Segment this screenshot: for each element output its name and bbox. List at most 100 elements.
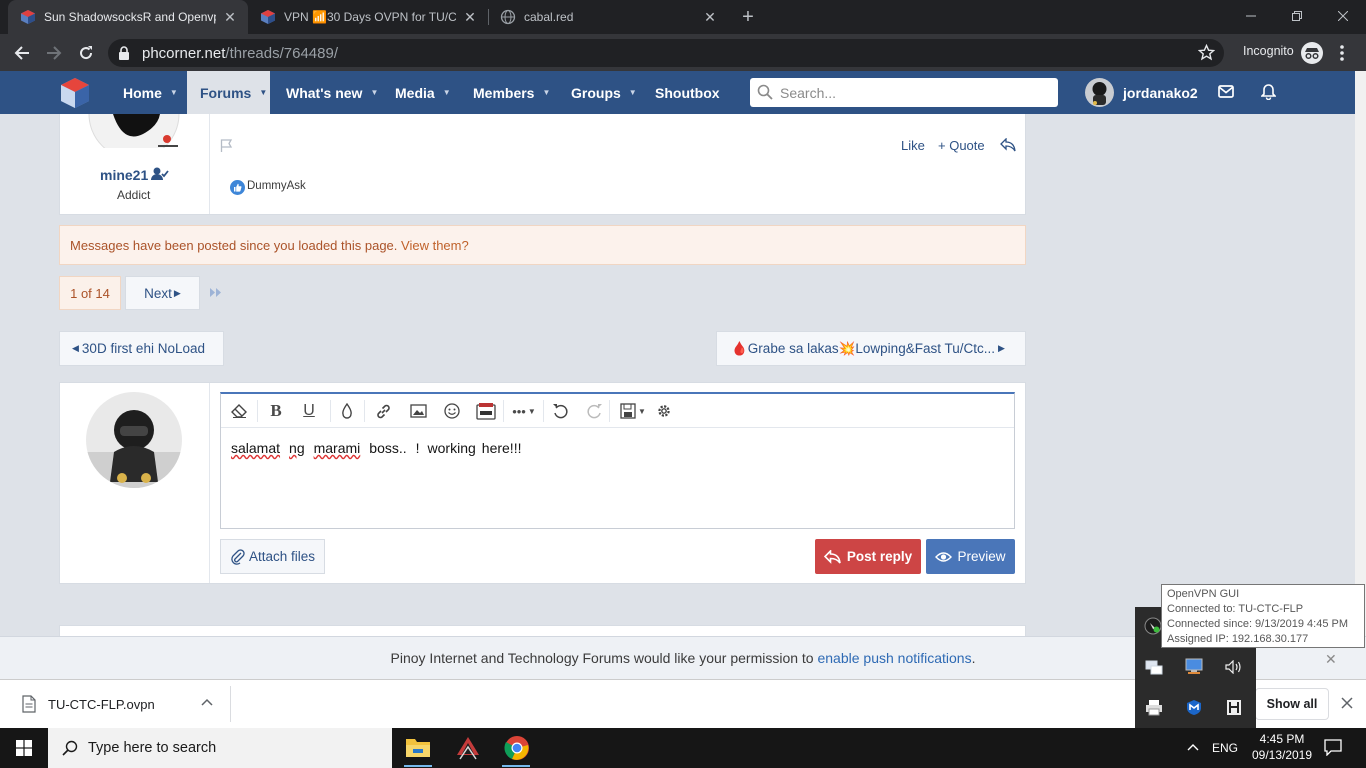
back-arrow-icon[interactable] bbox=[9, 40, 35, 66]
reaction-user[interactable]: DummyAsk bbox=[247, 180, 306, 192]
push-notice-text: Pinoy Internet and Technology Forums wou… bbox=[390, 650, 818, 666]
paperclip-icon bbox=[231, 548, 245, 565]
menu-dots-icon[interactable] bbox=[1340, 45, 1344, 61]
username-link[interactable]: jordanako2 bbox=[1123, 71, 1198, 114]
underline-icon[interactable]: U bbox=[300, 402, 318, 420]
tab-shadowsocks[interactable]: Sun ShadowsocksR and Openvpn ✕ bbox=[8, 0, 248, 34]
next-thread-link[interactable]: 🩸Grabe sa lakas💥Lowping&Fast Tu/Ctc... ▶ bbox=[716, 331, 1026, 366]
taskbar-search[interactable]: Type here to search bbox=[48, 728, 392, 768]
editor-word: salamat bbox=[231, 440, 281, 456]
toolbar-separator bbox=[543, 400, 544, 422]
printer-icon[interactable] bbox=[1145, 699, 1163, 716]
chevron-down-icon[interactable]: ▼ bbox=[542, 88, 550, 97]
language-indicator[interactable]: ENG bbox=[1212, 741, 1238, 755]
gif-media-icon[interactable] bbox=[476, 402, 496, 420]
nav-members[interactable]: Members ▼ bbox=[473, 71, 550, 114]
close-window-icon[interactable] bbox=[1320, 0, 1366, 32]
post-author-name[interactable]: mine21 bbox=[100, 167, 148, 183]
network-icon[interactable] bbox=[1145, 660, 1163, 676]
monitor-icon[interactable] bbox=[1185, 658, 1203, 675]
search-input[interactable]: Search... bbox=[750, 78, 1058, 107]
user-title: Addict bbox=[117, 188, 151, 202]
quote-link[interactable]: + Quote bbox=[938, 138, 985, 153]
close-notice-icon[interactable]: ✕ bbox=[1325, 651, 1337, 668]
report-flag-icon[interactable] bbox=[220, 139, 234, 152]
nav-forums[interactable]: Forums ▼ bbox=[187, 71, 270, 114]
username: jordanako2 bbox=[1123, 84, 1198, 101]
reload-icon[interactable] bbox=[73, 40, 99, 66]
eraser-icon[interactable] bbox=[230, 402, 248, 420]
nav-whats-new[interactable]: What's new ▼ bbox=[286, 71, 378, 114]
chevron-down-icon[interactable]: ▼ bbox=[370, 88, 378, 97]
inbox-icon[interactable] bbox=[1218, 85, 1234, 98]
editor-content[interactable]: salamat ng marami boss.. ! working here!… bbox=[231, 440, 1001, 456]
show-all-button[interactable]: Show all bbox=[1255, 688, 1329, 720]
tab-close-icon[interactable]: ✕ bbox=[702, 9, 718, 25]
app-icon[interactable] bbox=[455, 735, 481, 761]
page-next-button[interactable]: Next ▶ bbox=[125, 276, 200, 310]
nav-shoutbox[interactable]: Shoutbox bbox=[655, 71, 720, 114]
post-reply-label: Post reply bbox=[846, 549, 913, 564]
view-them-link[interactable]: View them? bbox=[401, 238, 469, 253]
nav-media[interactable]: Media ▼ bbox=[395, 71, 451, 114]
chevron-down-icon[interactable]: ▼ bbox=[443, 88, 451, 97]
restore-icon[interactable] bbox=[1274, 0, 1320, 32]
download-item[interactable]: TU-CTC-FLP.ovpn bbox=[0, 686, 230, 722]
preview-button[interactable]: Preview bbox=[926, 539, 1015, 574]
openvpn-icon[interactable] bbox=[1144, 617, 1162, 635]
tab-title: cabal.red bbox=[524, 10, 574, 24]
search-icon bbox=[757, 84, 773, 100]
post-reply-button[interactable]: Post reply bbox=[815, 539, 921, 574]
reply-icon[interactable] bbox=[1000, 138, 1016, 152]
avatar[interactable] bbox=[1085, 78, 1114, 107]
address-bar[interactable]: phcorner.net/threads/764489/ bbox=[108, 39, 1224, 67]
nav-groups[interactable]: Groups ▼ bbox=[571, 71, 637, 114]
close-downloads-icon[interactable] bbox=[1341, 697, 1353, 709]
chevron-up-icon[interactable] bbox=[201, 698, 213, 706]
prev-thread-link[interactable]: ◀ 30D first ehi NoLoad bbox=[59, 331, 224, 366]
chevron-down-icon[interactable]: ▼ bbox=[629, 88, 637, 97]
thumbs-up-icon bbox=[230, 180, 245, 195]
incognito-icon[interactable] bbox=[1300, 41, 1324, 65]
file-explorer-icon[interactable] bbox=[405, 736, 431, 758]
save-draft-icon[interactable]: ▼ bbox=[619, 402, 647, 420]
smiley-icon[interactable] bbox=[443, 402, 461, 420]
lock-icon[interactable] bbox=[118, 46, 130, 60]
page-current[interactable]: 1 of 14 bbox=[59, 276, 121, 310]
image-icon[interactable] bbox=[409, 402, 427, 420]
link-icon[interactable] bbox=[374, 402, 392, 420]
tab-vpn[interactable]: VPN 📶30 Days OVPN for TU/CTC ✕ bbox=[248, 0, 488, 34]
tray-chevron-up-icon[interactable] bbox=[1187, 743, 1199, 751]
new-tab-button[interactable]: + bbox=[736, 5, 760, 29]
like-link[interactable]: Like bbox=[901, 138, 925, 153]
gear-icon[interactable] bbox=[655, 402, 673, 420]
undo-icon[interactable] bbox=[551, 402, 569, 420]
bold-icon[interactable]: B bbox=[267, 401, 285, 420]
enable-push-link[interactable]: enable push notifications bbox=[817, 650, 971, 666]
minimize-icon[interactable] bbox=[1228, 0, 1274, 32]
attach-files-button[interactable]: Attach files bbox=[220, 539, 325, 574]
chrome-icon[interactable] bbox=[504, 735, 530, 761]
action-center-icon[interactable] bbox=[1324, 739, 1342, 756]
tab-cabal[interactable]: cabal.red ✕ bbox=[488, 0, 728, 34]
jump-last-page-icon[interactable] bbox=[209, 287, 223, 298]
notice-text: Messages have been posted since you load… bbox=[70, 237, 398, 253]
start-button[interactable] bbox=[0, 728, 48, 768]
phcorner-logo-icon[interactable] bbox=[60, 77, 90, 109]
bell-icon[interactable] bbox=[1261, 83, 1276, 100]
post-author-avatar[interactable] bbox=[88, 114, 180, 148]
chevron-down-icon[interactable]: ▼ bbox=[259, 88, 267, 97]
tab-close-icon[interactable]: ✕ bbox=[222, 9, 238, 25]
text-color-drop-icon[interactable] bbox=[339, 402, 355, 420]
nav-home[interactable]: Home ▼ bbox=[123, 71, 187, 114]
malwarebytes-icon[interactable] bbox=[1186, 699, 1202, 716]
more-options-icon[interactable]: ••• ▼ bbox=[510, 402, 538, 420]
storage-drive-icon[interactable] bbox=[1226, 699, 1242, 716]
redo-icon[interactable] bbox=[585, 402, 603, 420]
chevron-down-icon[interactable]: ▼ bbox=[170, 88, 178, 97]
tab-close-icon[interactable]: ✕ bbox=[462, 9, 478, 25]
taskbar-clock[interactable]: 4:45 PM 09/13/2019 bbox=[1248, 731, 1316, 763]
volume-icon[interactable] bbox=[1225, 660, 1243, 674]
forward-arrow-icon[interactable] bbox=[41, 40, 67, 66]
bookmark-star-icon[interactable] bbox=[1198, 44, 1215, 61]
